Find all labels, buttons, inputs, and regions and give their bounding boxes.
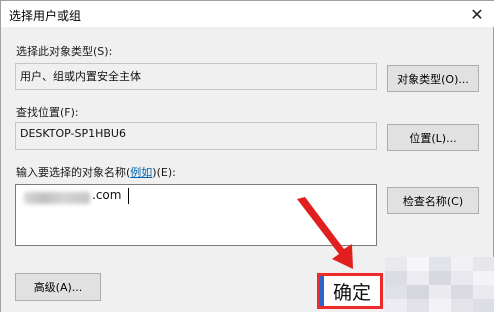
examples-link[interactable]: 例如 (130, 166, 152, 179)
dialog-title: 选择用户或组 (9, 9, 82, 23)
ok-button-highlight: 确定 (317, 273, 383, 309)
close-button[interactable]: ✕ (459, 1, 494, 27)
object-types-label: 选择此对象类型(S): (16, 45, 113, 58)
location-field: DESKTOP-SP1HBU6 (15, 122, 377, 150)
close-icon: ✕ (470, 4, 484, 24)
pixelated-area (385, 257, 494, 312)
object-names-value: .com (92, 188, 122, 202)
object-types-button[interactable]: 对象类型(O)... (387, 65, 479, 92)
select-users-or-groups-dialog: 选择用户或组 ✕ 选择此对象类型(S): 用户、组或内置安全主体 对象类型(O)… (0, 0, 494, 312)
check-names-button[interactable]: 检查名称(C) (387, 187, 479, 214)
location-button[interactable]: 位置(L)... (387, 124, 479, 151)
redacted-text (24, 192, 90, 204)
object-names-label-prefix: 输入要选择的对象名称( (16, 166, 131, 179)
ok-button[interactable]: 确定 (320, 276, 380, 306)
object-names-label: 输入要选择的对象名称(例如)(E): (16, 164, 176, 180)
object-names-input[interactable]: .com (15, 184, 377, 246)
location-label: 查找位置(F): (16, 106, 79, 119)
object-types-value: 用户、组或内置安全主体 (20, 70, 141, 83)
object-names-label-suffix: )(E): (152, 166, 176, 179)
object-types-field: 用户、组或内置安全主体 (15, 63, 377, 90)
text-caret (128, 188, 129, 204)
title-bar: 选择用户或组 ✕ (1, 1, 494, 27)
location-value: DESKTOP-SP1HBU6 (20, 127, 126, 140)
advanced-button[interactable]: 高级(A)... (15, 273, 101, 301)
